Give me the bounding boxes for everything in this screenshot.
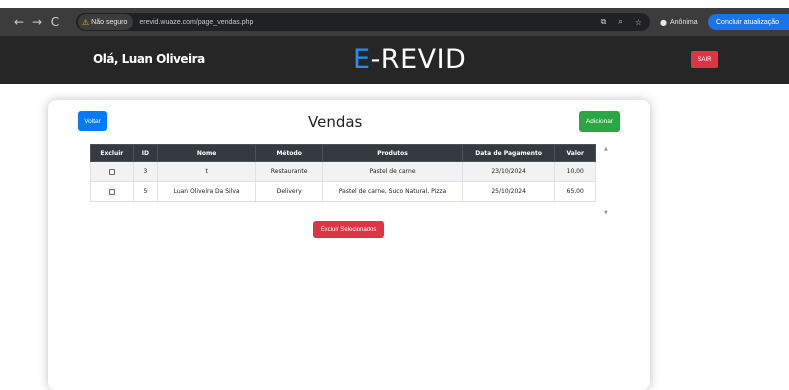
cell-data: 25/10/2024 xyxy=(461,181,556,202)
cell-nome: Luan Oliveira Da Silva xyxy=(157,181,257,202)
column-header-excluir: Excluir xyxy=(90,144,134,162)
cell-metodo: Delivery xyxy=(255,181,324,202)
security-chip[interactable]: ⚠ Não seguro xyxy=(78,14,134,30)
row-checkbox[interactable] xyxy=(108,188,115,195)
address-bar-actions: ⧉ ⌕ ☆ xyxy=(601,13,642,31)
table-scrollbar[interactable]: ▲ ▼ xyxy=(603,144,611,219)
column-header-produtos: Produtos xyxy=(322,144,463,162)
scroll-down-arrow-icon[interactable]: ▼ xyxy=(604,210,608,216)
cell-id: 5 xyxy=(132,181,159,202)
delete-selected-button[interactable]: Excluir Selecionados xyxy=(313,221,384,238)
row-checkbox[interactable] xyxy=(108,168,115,175)
column-header-nome: Nome xyxy=(157,144,257,162)
security-label: Não seguro xyxy=(91,18,128,26)
cell-nome: t xyxy=(157,161,257,182)
table-row: 3 t Restaurante Pastel de carne 23/10/20… xyxy=(90,161,596,182)
incognito-label: Anônima xyxy=(669,18,698,26)
cell-metodo: Restaurante xyxy=(255,161,324,182)
add-button[interactable]: Adicionar xyxy=(579,111,620,132)
page-title: Vendas xyxy=(308,113,363,131)
forward-arrow-icon[interactable]: → xyxy=(28,15,46,29)
incognito-indicator[interactable]: ● Anônima xyxy=(654,14,704,30)
table-row: 5 Luan Oliveira Da Silva Delivery Pastel… xyxy=(90,181,596,202)
bookmark-star-icon[interactable]: ☆ xyxy=(635,18,642,27)
user-greeting: Olá, Luan Oliveira xyxy=(93,52,205,66)
table-header: Excluir ID Nome Método Produtos Data de … xyxy=(90,144,596,162)
cell-valor: 10,00 xyxy=(554,161,596,182)
sales-table-container: Excluir ID Nome Método Produtos Data de … xyxy=(90,144,596,212)
incognito-icon: ● xyxy=(660,17,667,27)
logo-prefix: E xyxy=(353,44,371,75)
zoom-icon[interactable]: ⌕ xyxy=(618,17,622,27)
logout-button[interactable]: SAIR xyxy=(691,51,718,68)
scroll-up-arrow-icon[interactable]: ▲ xyxy=(604,146,608,152)
back-arrow-icon[interactable]: ← xyxy=(10,15,28,29)
browser-toolbar: ← → C ⚠ Não seguro erevid.wuaze.com/page… xyxy=(0,8,789,36)
cell-valor: 65,00 xyxy=(554,181,596,202)
column-header-valor: Valor xyxy=(554,144,596,162)
address-bar[interactable]: ⚠ Não seguro erevid.wuaze.com/page_venda… xyxy=(76,13,650,31)
cell-id: 3 xyxy=(132,161,159,182)
sales-card: Voltar Vendas Adicionar Excluir ID Nome … xyxy=(48,100,650,390)
warning-icon: ⚠ xyxy=(82,17,90,27)
translate-icon[interactable]: ⧉ xyxy=(601,17,607,27)
column-header-id: ID xyxy=(132,144,159,162)
cell-produtos: Pastel de carne xyxy=(322,161,463,182)
site-logo: E-REVID xyxy=(353,44,466,75)
cell-data: 23/10/2024 xyxy=(461,161,556,182)
back-button[interactable]: Voltar xyxy=(78,111,107,131)
reload-icon[interactable]: C xyxy=(46,15,64,29)
top-strip xyxy=(0,0,789,8)
column-header-metodo: Método xyxy=(255,144,324,162)
url-text[interactable]: erevid.wuaze.com/page_vendas.php xyxy=(139,19,253,26)
cell-produtos: Pastel de carne, Suco Natural, Pizza xyxy=(322,181,463,202)
app-header: Olá, Luan Oliveira E-REVID xyxy=(0,36,789,84)
column-header-data: Data de Pagamento xyxy=(461,144,556,162)
update-button[interactable]: Concluir atualização xyxy=(708,14,789,30)
logo-suffix: -REVID xyxy=(370,44,467,75)
sales-table: Excluir ID Nome Método Produtos Data de … xyxy=(90,144,596,202)
